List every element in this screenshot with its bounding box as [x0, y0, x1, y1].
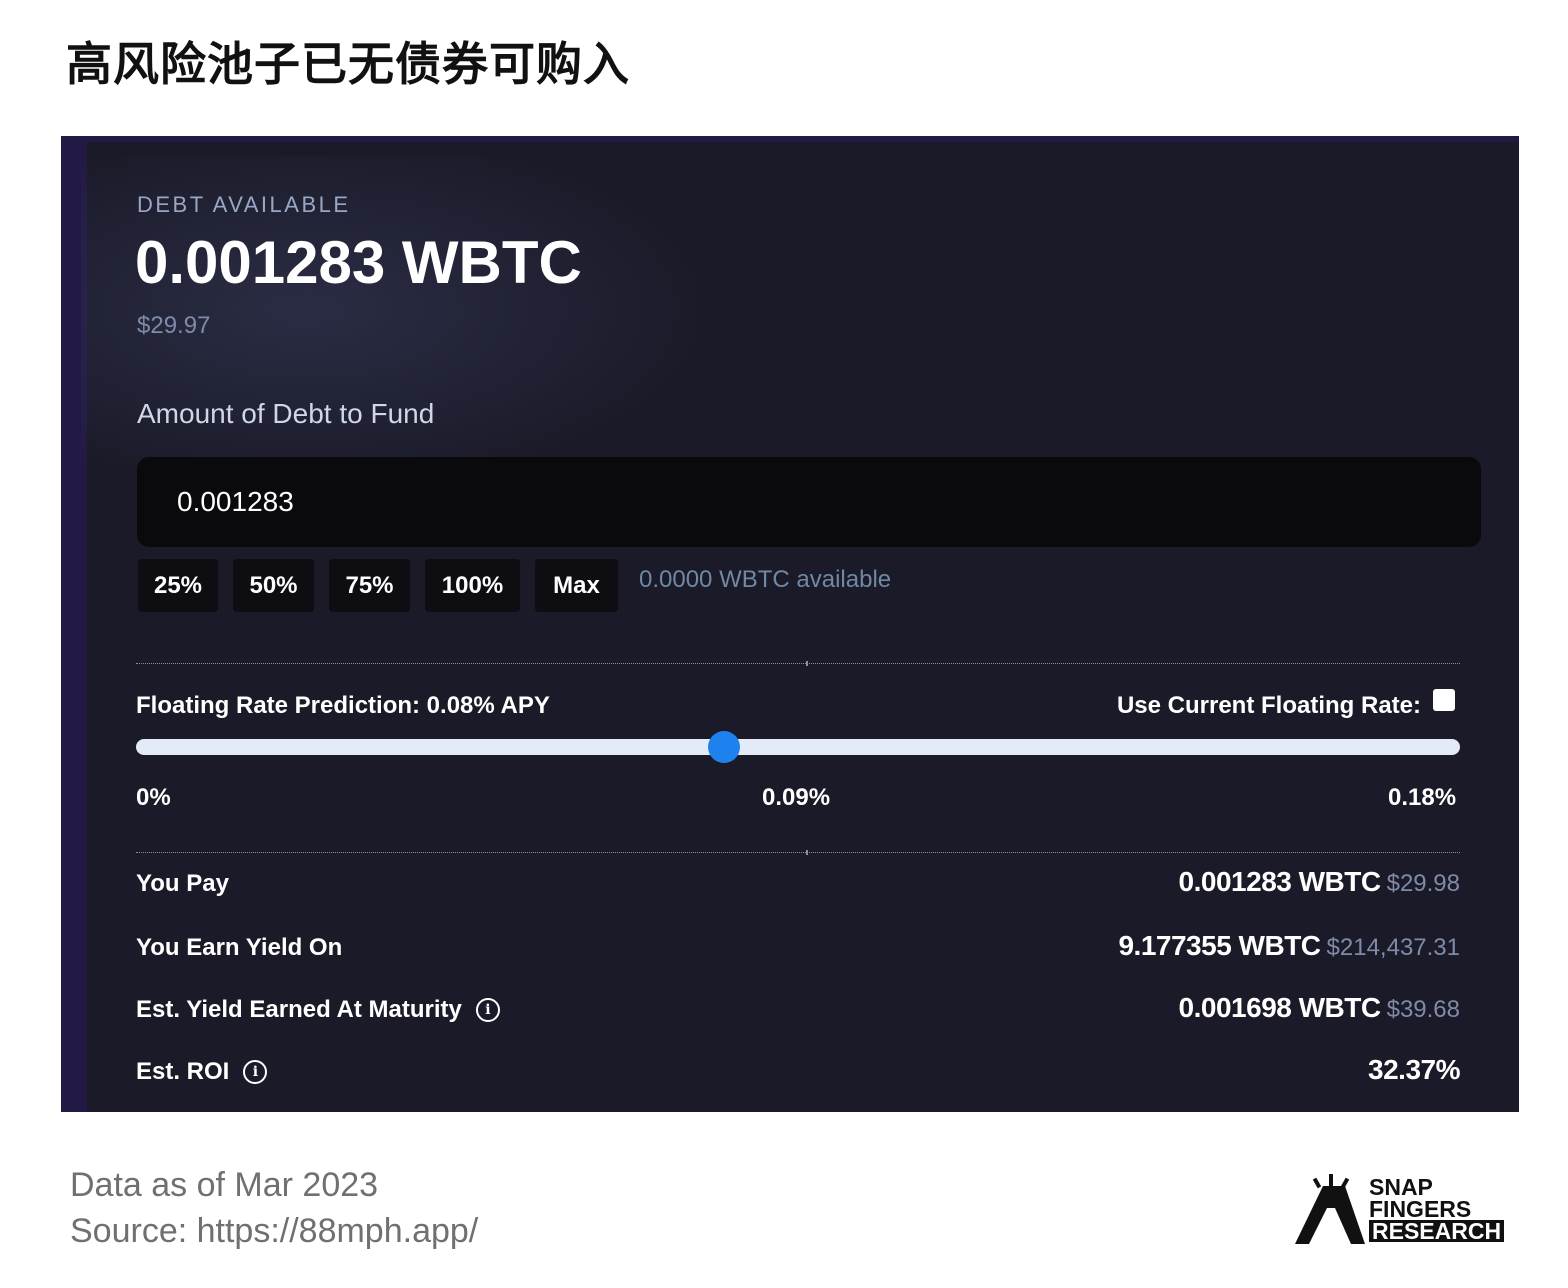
- earn-yield-on-row: You Earn Yield On 9.177355 WBTC $214,437.…: [136, 930, 1460, 974]
- est-yield-value: 0.001698 WBTC $39.68: [1179, 992, 1460, 1024]
- you-pay-label: You Pay: [136, 870, 229, 897]
- section-divider: [136, 661, 1460, 666]
- est-roi-value: 32.37%: [1368, 1054, 1460, 1085]
- earn-yield-on-usd: $214,437.31: [1326, 934, 1460, 961]
- earn-yield-on-amount: 9.177355 WBTC: [1118, 930, 1321, 961]
- info-icon[interactable]: i: [475, 998, 500, 1022]
- slider-mid-label: 0.09%: [762, 784, 831, 811]
- est-yield-row: Est. Yield Earned At Maturity i 0.001698…: [136, 992, 1460, 1036]
- you-pay-value: 0.001283 WBTC $29.98: [1179, 866, 1460, 898]
- fund-amount-input[interactable]: [137, 457, 1481, 547]
- est-yield-label: Est. Yield Earned At Maturity: [136, 996, 462, 1023]
- available-balance: 0.0000 WBTC available: [639, 566, 892, 593]
- logo-line-fingers: FINGERS: [1369, 1196, 1472, 1222]
- floating-rate-slider-thumb[interactable]: [708, 731, 741, 763]
- logo-wordmark: SNAP FINGERS RESEARCH: [1369, 1174, 1505, 1243]
- you-pay-usd: $29.98: [1386, 870, 1460, 897]
- percent-50-button[interactable]: 50%: [233, 559, 314, 612]
- est-roi-label: Est. ROI: [136, 1058, 230, 1085]
- est-roi-row: Est. ROI i 32.37%: [136, 1054, 1460, 1098]
- you-pay-amount: 0.001283 WBTC: [1178, 866, 1382, 897]
- logo-line-research: RESEARCH: [1369, 1220, 1505, 1243]
- percent-button-group: 25% 50% 75% 100% Max: [138, 559, 633, 612]
- page-title: 高风险池子已无债券可购入: [66, 37, 630, 91]
- floating-rate-slider-track[interactable]: [136, 739, 1460, 755]
- debt-available-label: DEBT AVAILABLE: [137, 192, 351, 217]
- info-icon[interactable]: i: [243, 1060, 268, 1084]
- slider-max-label: 0.18%: [1388, 784, 1457, 811]
- fund-debt-panel: DEBT AVAILABLE 0.001283 WBTC $29.97 Amou…: [61, 136, 1519, 1112]
- you-pay-row: You Pay 0.001283 WBTC $29.98: [136, 866, 1460, 910]
- earn-yield-on-value: 9.177355 WBTC $214,437.31: [1118, 930, 1460, 962]
- footer-date: Data as of Mar 2023: [70, 1166, 379, 1204]
- snap-fingers-research-logo: SNAP FINGERS RESEARCH: [1293, 1172, 1513, 1248]
- snap-fingers-hand-icon: [1295, 1174, 1365, 1244]
- est-yield-amount: 0.001698 WBTC: [1178, 992, 1382, 1023]
- debt-available-amount: 0.001283 WBTC: [135, 229, 582, 296]
- footer-source: Source: https://88mph.app/: [70, 1212, 479, 1250]
- est-yield-label-group: Est. Yield Earned At Maturity i: [136, 996, 500, 1024]
- est-yield-usd: $39.68: [1386, 996, 1460, 1023]
- logo-line-snap: SNAP: [1369, 1174, 1433, 1200]
- slider-min-label: 0%: [136, 784, 171, 811]
- use-current-rate-checkbox[interactable]: [1433, 689, 1455, 711]
- percent-75-button[interactable]: 75%: [329, 559, 410, 612]
- fund-amount-label: Amount of Debt to Fund: [137, 398, 435, 429]
- est-roi-label-group: Est. ROI i: [136, 1058, 268, 1086]
- floating-rate-prediction-label: Floating Rate Prediction: 0.08% APY: [136, 692, 550, 719]
- section-divider: [136, 850, 1460, 855]
- earn-yield-on-label: You Earn Yield On: [136, 934, 343, 961]
- percent-100-button[interactable]: 100%: [425, 559, 520, 612]
- percent-25-button[interactable]: 25%: [138, 559, 218, 612]
- use-current-rate-label: Use Current Floating Rate:: [1116, 692, 1421, 719]
- debt-available-usd: $29.97: [137, 312, 211, 339]
- max-button[interactable]: Max: [535, 559, 618, 612]
